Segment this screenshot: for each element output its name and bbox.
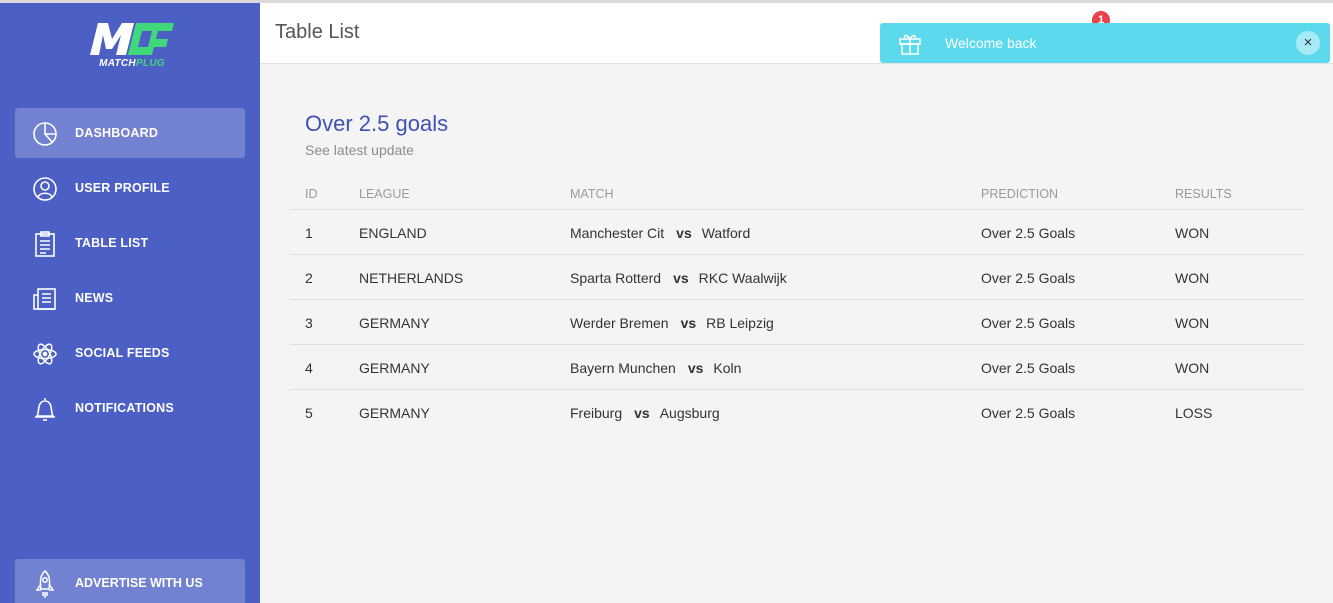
- atom-icon: [33, 343, 57, 365]
- newspaper-icon: [33, 288, 56, 310]
- vs-label: vs: [673, 270, 689, 286]
- cell-result: LOSS: [1175, 405, 1213, 421]
- column-header-match: Match: [570, 187, 614, 201]
- cell-result: WON: [1175, 270, 1210, 286]
- cell-id: 4: [305, 360, 313, 376]
- sidebar-item-label: Notifications: [75, 401, 174, 415]
- sidebar-nav: Dashboard User Profile Table List News S…: [15, 108, 245, 438]
- sidebar-item-social-feeds[interactable]: Social Feeds: [15, 328, 245, 378]
- table-row: 1 ENGLAND Manchester Cit vs Watford Over 2…: [290, 210, 1304, 255]
- table-row: 2 NETHERLANDS Sparta Rotterd vs RKC Waalwi…: [290, 255, 1304, 300]
- sidebar: MATCHPLUG Dashboard User Profile Table L…: [0, 3, 260, 603]
- home-team: Sparta Rotterd: [570, 270, 662, 286]
- table-row: 5 GERMANY Freiburg vs Augsburg Over 2.5 Go…: [290, 390, 1304, 435]
- card-title: Over 2.5 goals: [305, 111, 449, 136]
- away-team: Watford: [701, 225, 751, 241]
- sidebar-item-dashboard[interactable]: Dashboard: [15, 108, 245, 158]
- cell-prediction: Over 2.5 Goals: [981, 360, 1076, 376]
- cell-league: GERMANY: [359, 405, 430, 421]
- cell-league: GERMANY: [359, 315, 430, 331]
- cell-league: ENGLAND: [359, 225, 427, 241]
- table-row: 3 GERMANY Werder Bremen vs RB Leipzig Over…: [290, 300, 1304, 345]
- bell-icon: [35, 398, 55, 421]
- advertise-button[interactable]: Advertise with us: [15, 559, 245, 603]
- rocket-icon: [35, 570, 55, 598]
- home-team: Freiburg: [570, 405, 623, 421]
- predictions-table: ID League Match Prediction Results 1 ENG…: [290, 180, 1304, 435]
- sidebar-item-user-profile[interactable]: User Profile: [15, 163, 245, 213]
- cell-id: 3: [305, 315, 313, 331]
- sidebar-item-label: User Profile: [75, 181, 170, 195]
- vs-label: vs: [687, 360, 704, 376]
- away-team: RKC Waalwijk: [698, 270, 787, 286]
- sidebar-item-label: News: [75, 291, 114, 305]
- column-header-league: League: [359, 187, 410, 201]
- column-header-results: Results: [1175, 187, 1232, 201]
- cell-id: 1: [305, 225, 313, 241]
- cell-league: NETHERLANDS: [359, 270, 464, 286]
- away-team: RB Leipzig: [706, 315, 774, 331]
- cell-league: GERMANY: [359, 360, 430, 376]
- column-header-prediction: Prediction: [981, 187, 1059, 201]
- cell-match: Werder Bremen vs RB Leipzig: [570, 315, 774, 331]
- toast-message: Welcome back: [945, 35, 1037, 51]
- home-team: Werder Bremen: [570, 315, 669, 331]
- close-toast-button[interactable]: ×: [1296, 31, 1320, 55]
- logo-text: MATCHPLUG: [99, 58, 165, 69]
- sidebar-item-notifications[interactable]: Notifications: [15, 383, 245, 433]
- sidebar-item-news[interactable]: News: [15, 273, 245, 323]
- vs-label: vs: [680, 315, 697, 331]
- advertise-label: Advertise with us: [75, 576, 203, 590]
- cell-prediction: Over 2.5 Goals: [981, 315, 1076, 331]
- clipboard-icon: [35, 231, 55, 257]
- sidebar-item-label: Dashboard: [75, 126, 159, 140]
- column-header-id: ID: [305, 187, 318, 201]
- chart-pie-icon: [33, 122, 57, 146]
- cell-result: WON: [1175, 225, 1210, 241]
- page-title: Table List: [275, 21, 360, 43]
- user-icon: [33, 177, 57, 201]
- table-header: ID League Match Prediction Results: [290, 180, 1304, 210]
- cell-id: 5: [305, 405, 313, 421]
- cell-result: WON: [1175, 360, 1210, 376]
- card-subtitle: See latest update: [305, 142, 414, 158]
- cell-match: Bayern Munchen vs Koln: [570, 360, 741, 376]
- cell-prediction: Over 2.5 Goals: [981, 405, 1076, 421]
- vs-label: vs: [634, 405, 650, 421]
- home-team: Bayern Munchen: [570, 360, 676, 376]
- sidebar-item-label: Social Feeds: [75, 346, 170, 360]
- table-row: 4 GERMANY Bayern Munchen vs Koln Over 2.5 …: [290, 345, 1304, 390]
- home-team: Manchester Cit: [570, 225, 665, 241]
- vs-label: vs: [676, 225, 692, 241]
- welcome-toast: Welcome back ×: [880, 23, 1330, 63]
- cell-match: Sparta Rotterd vs RKC Waalwijk: [570, 270, 787, 286]
- cell-id: 2: [305, 270, 313, 286]
- cell-prediction: Over 2.5 Goals: [981, 225, 1076, 241]
- sidebar-item-table-list[interactable]: Table List: [15, 218, 245, 268]
- cell-match: Freiburg vs Augsburg: [570, 405, 720, 421]
- away-team: Augsburg: [659, 405, 720, 421]
- sidebar-item-label: Table List: [75, 236, 149, 250]
- cell-match: Manchester Cit vs Watford: [570, 225, 750, 241]
- gift-icon: [899, 34, 921, 55]
- cell-result: WON: [1175, 315, 1210, 331]
- away-team: Koln: [713, 360, 742, 376]
- cell-prediction: Over 2.5 Goals: [981, 270, 1076, 286]
